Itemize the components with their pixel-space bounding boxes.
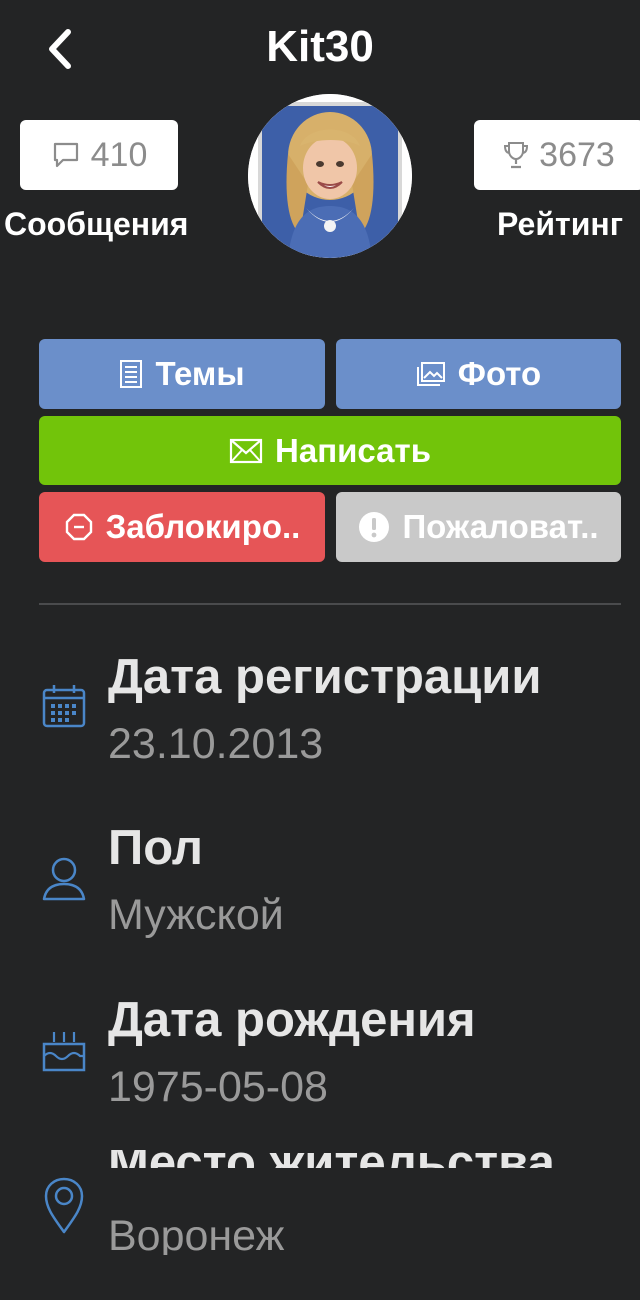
block-button-label: Заблокиро.. — [105, 508, 301, 545]
photo-button[interactable]: Фото — [336, 339, 621, 409]
report-button[interactable]: Пожаловат.. — [336, 492, 621, 562]
avatar-photo — [248, 94, 412, 258]
info-list-bottom: Место жительства Воронеж — [0, 1150, 640, 1255]
block-user-button[interactable]: Заблокиро.. — [39, 492, 325, 562]
messages-count: 410 — [90, 135, 148, 174]
messages-label: Сообщения — [4, 206, 189, 242]
themes-button-label: Темы — [155, 355, 245, 392]
photo-button-label: Фото — [457, 355, 542, 392]
write-button-label: Написать — [275, 431, 431, 469]
user-icon — [42, 857, 86, 901]
top-bar: Kit30 — [0, 0, 640, 100]
envelope-icon — [229, 438, 263, 463]
divider — [39, 603, 621, 605]
report-button-label: Пожаловат.. — [402, 508, 599, 545]
document-icon — [120, 360, 143, 388]
registration-date-title: Дата регистрации — [108, 650, 542, 704]
gender-title: Пол — [108, 821, 204, 875]
birth-date-value: 1975-05-08 — [108, 1063, 328, 1111]
birth-date-title: Дата рождения — [108, 993, 476, 1047]
avatar[interactable] — [248, 94, 412, 258]
exclamation-circle-icon — [359, 512, 390, 542]
trophy-icon — [504, 142, 529, 169]
messages-counter[interactable]: 410 — [20, 120, 178, 190]
block-octagon-icon — [65, 513, 92, 541]
photo-icon — [416, 362, 445, 386]
comment-icon — [53, 142, 78, 168]
birthday-cake-icon — [42, 1032, 86, 1072]
themes-button[interactable]: Темы — [39, 339, 325, 409]
write-message-button[interactable]: Написать — [39, 416, 621, 485]
calendar-icon — [42, 685, 86, 728]
rating-label: Рейтинг — [497, 206, 624, 242]
page-title: Kit30 — [266, 22, 374, 71]
residence-title: Место жительства — [108, 1150, 555, 1190]
rating-counter[interactable]: 3673 — [474, 120, 640, 190]
residence-value: Воронеж — [108, 1212, 285, 1255]
registration-date-value: 23.10.2013 — [108, 720, 324, 768]
rating-count: 3673 — [539, 135, 615, 174]
gender-value: Мужской — [108, 891, 284, 939]
